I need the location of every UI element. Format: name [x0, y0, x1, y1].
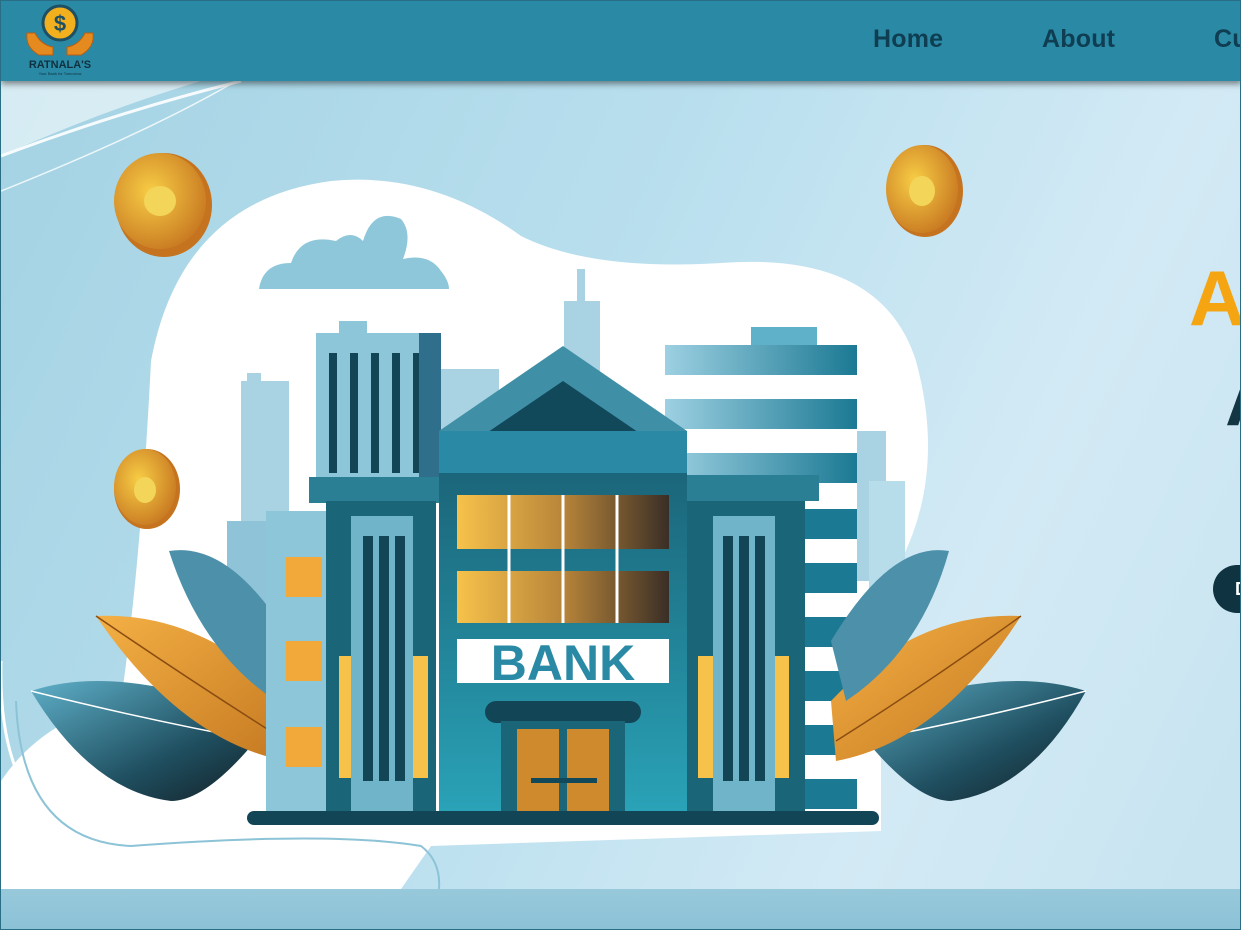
coin-icon [114, 153, 212, 257]
logo-symbol: $ [54, 11, 66, 36]
footer-band [1, 889, 1240, 929]
brand-name: RATNALA'S [29, 59, 91, 71]
brand-logo[interactable]: $ RATNALA'S Your Bank for Tomorrow [19, 3, 101, 77]
hero-title-line2: A [1225, 359, 1240, 437]
page: $ RATNALA'S Your Bank for Tomorrow Home … [0, 0, 1241, 930]
bank-sign-text: BANK [491, 635, 635, 691]
bank-building-illustration: BANK [1, 81, 1087, 890]
top-navbar: $ RATNALA'S Your Bank for Tomorrow Home … [1, 1, 1240, 81]
nav-customers-link[interactable]: Cu [1214, 25, 1240, 54]
brand-tagline: Your Bank for Tomorrow [39, 71, 82, 76]
hero-title-line1: A [1189, 254, 1241, 342]
nav-home-link[interactable]: Home [873, 25, 943, 54]
coin-icon [114, 449, 180, 529]
coin-icon [886, 145, 963, 237]
nav-about-link[interactable]: About [1042, 25, 1115, 54]
